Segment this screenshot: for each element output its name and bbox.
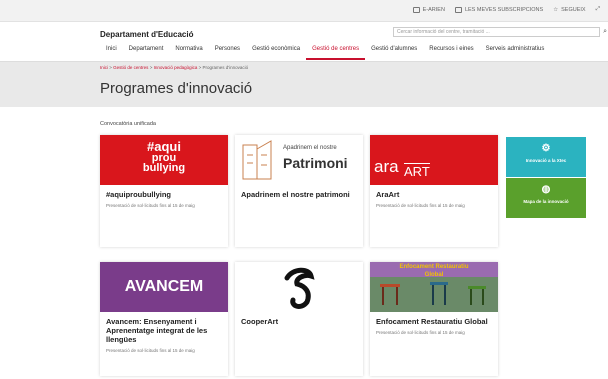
nav-item-recursos[interactable]: Recursos i eines <box>423 44 479 60</box>
nav-item-normativa[interactable]: Normativa <box>169 44 208 60</box>
card-subtitle: Presentació de sol·licituds fins al 15 d… <box>106 348 195 353</box>
card-title: CooperArt <box>241 317 279 326</box>
breadcrumb-innovacio[interactable]: Innovació pedagògica <box>154 65 198 70</box>
page-title: Programes d'innovació <box>100 80 253 97</box>
chairs-illustration <box>380 282 486 305</box>
page-hero: Inici > Gestió de centres > Innovació pe… <box>0 62 608 107</box>
card-title: #aquiproubullying <box>106 190 171 199</box>
card-title: Enfocament Restauratiu Global <box>376 317 488 326</box>
utility-bar: E-ARIEN LES MEVES SUBSCRIPCIONS ☆ SEGUEIX… <box>0 0 608 22</box>
breadcrumb-current: Programes d'innovació <box>202 65 249 70</box>
card-title: AraArt <box>376 190 400 199</box>
card-subtitle <box>235 326 363 330</box>
language-link[interactable]: E-ARIEN <box>412 6 445 13</box>
nav-item-persones[interactable]: Persones <box>209 44 246 60</box>
card-image: Apadrinem el nostre Patrimoni <box>235 135 363 185</box>
gears-icon: ⚙ <box>541 143 551 154</box>
follow-link[interactable]: ☆ SEGUEIX <box>553 7 585 13</box>
card-title: Avancem: Ensenyament i Aprenentatge inte… <box>106 317 208 344</box>
subscriptions-icon <box>454 6 462 13</box>
card-image <box>235 262 363 312</box>
card-image: AVANCEM <box>100 262 228 312</box>
card-cooperart[interactable]: CooperArt <box>235 262 363 376</box>
main-nav: Inici Departament Normativa Persones Ges… <box>100 44 550 60</box>
card-araart[interactable]: ara ART AraArt Presentació de sol·licitu… <box>370 135 498 247</box>
share-icon: ⤢ <box>595 6 600 12</box>
globe-icon: ◍ <box>541 184 551 195</box>
card-subtitle: Presentació de sol·licituds fins al 15 d… <box>376 330 465 335</box>
card-subtitle: Presentació de sol·licituds fins al 15 d… <box>376 203 465 208</box>
card-enfocament[interactable]: Enfocament Restauratiu Global Enfocament… <box>370 262 498 376</box>
subscriptions-link[interactable]: LES MEVES SUBSCRIPCIONS <box>454 6 543 13</box>
card-avancem[interactable]: AVANCEM Avancem: Ensenyament i Aprenenta… <box>100 262 228 376</box>
card-subtitle: Presentació de sol·licituds fins al 15 d… <box>106 203 195 208</box>
nav-item-gestio-economica[interactable]: Gestió econòmica <box>246 44 306 60</box>
side-tile-mapa-innovacio[interactable]: ◍ Mapa de la innovació <box>506 178 586 218</box>
nav-item-serveis[interactable]: Serveis administratius <box>480 44 551 60</box>
search-icon[interactable]: ⌕ <box>603 28 607 35</box>
cooperart-logo <box>284 267 315 309</box>
card-image: #aqui prou bullying <box>100 135 228 185</box>
nav-item-departament[interactable]: Departament <box>123 44 170 60</box>
nav-item-inici[interactable]: Inici <box>100 44 123 60</box>
card-title: Apadrinem el nostre patrimoni <box>241 190 350 199</box>
card-apadrinem[interactable]: Apadrinem el nostre Patrimoni Apadrinem … <box>235 135 363 247</box>
site-title[interactable]: Departament d'Educació <box>100 30 193 39</box>
card-aquiproubullying[interactable]: #aqui prou bullying #aquiproubullying Pr… <box>100 135 228 247</box>
side-tile-innovacio-xtec[interactable]: ⚙ Innovació a la Xtec <box>506 137 586 177</box>
site-header: Departament d'Educació Cercar informació… <box>0 22 608 62</box>
search-input[interactable]: Cercar informació del centre, tramitació… <box>393 27 607 37</box>
breadcrumb-gestio-centres[interactable]: Gestió de centres <box>113 65 148 70</box>
section-heading: Convocatòria unificada <box>100 121 156 127</box>
nav-item-gestio-alumnes[interactable]: Gestió d'alumnes <box>365 44 423 60</box>
breadcrumb-inici[interactable]: Inici <box>100 65 108 70</box>
nav-item-gestio-centres[interactable]: Gestió de centres <box>306 44 366 60</box>
card-subtitle <box>235 199 363 203</box>
breadcrumb: Inici > Gestió de centres > Innovació pe… <box>100 65 249 70</box>
star-icon: ☆ <box>553 6 559 13</box>
card-image: Enfocament Restauratiu Global <box>370 262 498 312</box>
share-link[interactable]: ⤢ <box>596 6 600 13</box>
card-image: ara ART <box>370 135 498 185</box>
language-icon <box>412 6 420 13</box>
